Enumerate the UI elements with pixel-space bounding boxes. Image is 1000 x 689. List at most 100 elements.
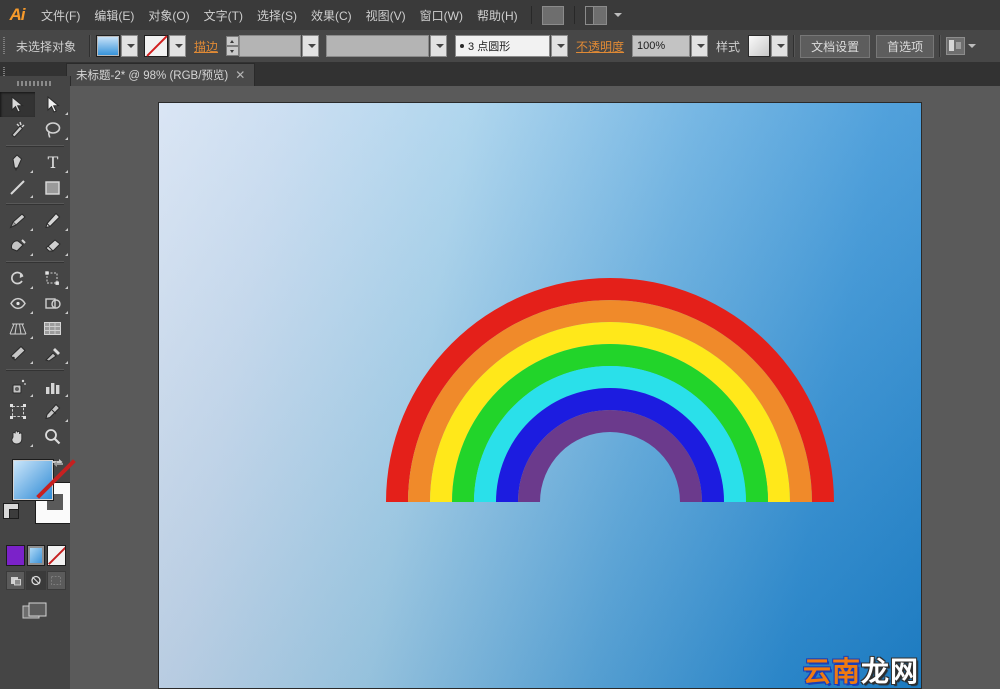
illustrator-window: Ai 文件(F) 编辑(E) 对象(O) 文字(T) 选择(S) 效果(C) 视… [0, 0, 1000, 689]
symbol-sprayer-tool[interactable] [0, 374, 35, 399]
document-tab[interactable]: 未标题-2* @ 98% (RGB/预览) ✕ [66, 63, 256, 86]
draw-inside-button[interactable] [46, 571, 66, 590]
width-tool[interactable] [0, 291, 35, 316]
tool-group-indicator [65, 311, 68, 314]
chevron-down-icon [557, 44, 566, 48]
chevron-down-icon [697, 44, 706, 48]
align-control[interactable] [946, 37, 977, 55]
rectangle-tool[interactable] [35, 175, 70, 200]
slice-tool[interactable] [35, 399, 70, 424]
opacity-control[interactable]: 100% [632, 35, 709, 57]
none-swatch[interactable] [47, 545, 67, 566]
arrange-documents-button[interactable] [581, 5, 622, 25]
selection-status: 未选择对象 [16, 39, 77, 54]
column-graph-tool[interactable] [35, 374, 70, 399]
control-bar-grip[interactable] [0, 30, 8, 62]
document-tab-label: 未标题-2* @ 98% (RGB/预览) [76, 70, 229, 82]
line-segment-tool[interactable] [0, 175, 35, 200]
opacity-value[interactable]: 100% [632, 35, 691, 57]
tool-group-indicator [65, 112, 68, 115]
artboard[interactable]: 云南龙网 [158, 102, 922, 689]
menu-help[interactable]: 帮助(H) [470, 3, 525, 28]
gradient-swatch[interactable] [26, 545, 46, 566]
stroke-label[interactable]: 描边 [186, 38, 226, 55]
fill-indicator-swatch[interactable] [12, 459, 54, 501]
draw-behind-button[interactable] [26, 571, 46, 590]
hand-tool[interactable] [0, 424, 35, 449]
menu-select[interactable]: 选择(S) [250, 3, 304, 28]
bridge-icon[interactable] [541, 5, 564, 25]
lasso-tool[interactable] [35, 117, 70, 142]
arrange-documents-icon [584, 5, 607, 25]
rotate-tool[interactable] [0, 266, 35, 291]
divider [89, 35, 92, 57]
paintbrush-tool[interactable] [0, 208, 35, 233]
tools-panel-grip[interactable] [0, 76, 70, 90]
default-fill-stroke-icon[interactable] [3, 503, 19, 519]
opacity-label[interactable]: 不透明度 [568, 38, 632, 55]
brush-definition-control[interactable]: 3 点圆形 [455, 35, 569, 57]
control-bar: 未选择对象 描边 3 点圆形 不透明度 100% 样式 文档设置 首选项 [0, 30, 1000, 63]
fill-color-control[interactable] [96, 35, 139, 57]
stroke-weight-field[interactable] [239, 35, 302, 57]
artboard-tool[interactable] [0, 399, 35, 424]
brush-definition-field[interactable]: 3 点圆形 [455, 35, 551, 57]
style-swatch[interactable] [748, 35, 771, 57]
preferences-button[interactable]: 首选项 [876, 34, 935, 58]
stroke-weight-dropdown[interactable] [302, 35, 320, 57]
gradient-tool[interactable] [0, 341, 35, 366]
variable-width-profile-control[interactable] [326, 35, 448, 57]
menu-file[interactable]: 文件(F) [34, 3, 87, 28]
eraser-tool[interactable] [35, 233, 70, 258]
pencil-tool[interactable] [35, 208, 70, 233]
document-setup-button[interactable]: 文档设置 [800, 34, 871, 58]
magic-wand-tool[interactable] [0, 117, 35, 142]
rainbow-illustration[interactable] [159, 103, 921, 688]
change-screen-mode-icon[interactable] [22, 602, 48, 622]
menu-type[interactable]: 文字(T) [197, 3, 250, 28]
zoom-tool[interactable] [35, 424, 70, 449]
menu-view[interactable]: 视图(V) [359, 3, 413, 28]
fill-swatch[interactable] [96, 35, 121, 57]
tool-group-indicator [30, 336, 33, 339]
tool-group-indicator [30, 361, 33, 364]
watermark-part1: 云南 [802, 655, 861, 688]
style-dropdown[interactable] [771, 35, 789, 57]
canvas-area[interactable]: 云南龙网 [70, 86, 1000, 689]
brush-definition-dropdown[interactable] [551, 35, 569, 57]
blob-brush-tool[interactable] [0, 233, 35, 258]
fill-dropdown-button[interactable] [121, 35, 139, 57]
menu-bar: Ai 文件(F) 编辑(E) 对象(O) 文字(T) 选择(S) 效果(C) 视… [0, 0, 1000, 31]
width-profile-dropdown[interactable] [430, 35, 448, 57]
chevron-down-icon [968, 44, 977, 48]
stroke-dropdown-button[interactable] [169, 35, 187, 57]
scale-tool[interactable] [35, 266, 70, 291]
direct-selection-tool[interactable] [35, 92, 70, 117]
menu-edit[interactable]: 编辑(E) [87, 3, 141, 28]
tool-divider-4 [6, 369, 64, 371]
stroke-weight-control[interactable] [239, 35, 320, 57]
tool-group-indicator [65, 286, 68, 289]
perspective-grid-tool[interactable] [0, 316, 35, 341]
menu-object[interactable]: 对象(O) [141, 3, 196, 28]
stroke-weight-stepper[interactable] [226, 36, 240, 56]
pen-tool[interactable] [0, 150, 35, 175]
mesh-tool[interactable] [35, 316, 70, 341]
opacity-dropdown[interactable] [691, 35, 709, 57]
graphic-style-control[interactable] [748, 35, 789, 57]
menu-window[interactable]: 窗口(W) [413, 3, 470, 28]
stroke-color-control[interactable] [144, 35, 187, 57]
menu-effect[interactable]: 效果(C) [304, 3, 359, 28]
rainbow-arc-group [386, 278, 834, 502]
tool-divider-2 [6, 203, 64, 205]
type-tool[interactable]: T [35, 150, 70, 175]
svg-text:T: T [47, 154, 58, 171]
eyedropper-tool[interactable] [35, 341, 70, 366]
stroke-none-swatch[interactable] [144, 35, 169, 57]
width-profile-field[interactable] [326, 35, 430, 57]
solid-color-swatch[interactable] [6, 545, 25, 566]
selection-tool[interactable] [0, 92, 35, 117]
shape-builder-tool[interactable] [35, 291, 70, 316]
draw-normal-button[interactable] [6, 571, 26, 590]
close-icon[interactable]: ✕ [235, 69, 245, 81]
